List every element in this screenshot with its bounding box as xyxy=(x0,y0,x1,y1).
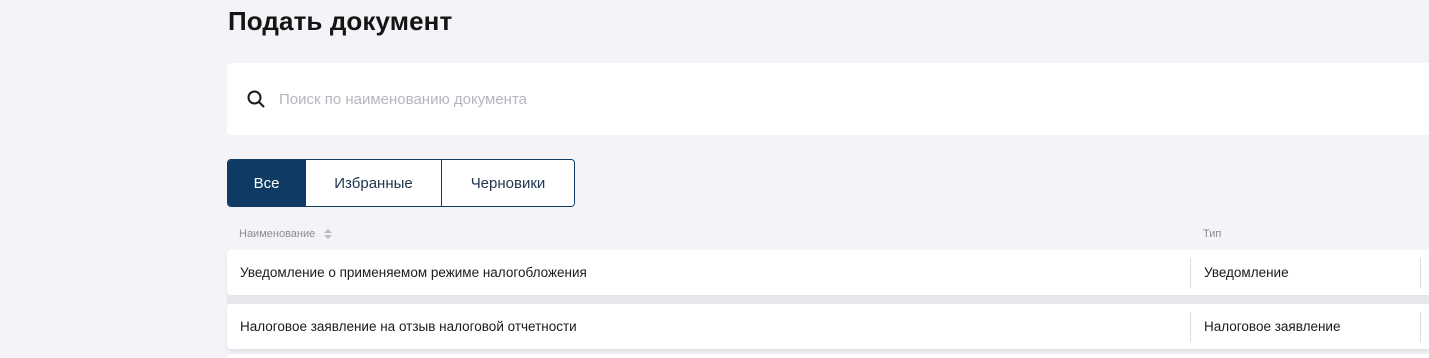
column-divider xyxy=(1190,312,1191,342)
page: Подать документ Все Избранные Черновики … xyxy=(0,0,1429,358)
column-divider xyxy=(1190,258,1191,288)
search-icon[interactable] xyxy=(247,90,265,108)
row-separator xyxy=(227,296,1429,304)
tab-drafts[interactable]: Черновики xyxy=(441,160,574,206)
page-title: Подать документ xyxy=(228,6,453,36)
column-header-name[interactable]: Наименование xyxy=(239,228,333,240)
column-divider xyxy=(1420,258,1421,288)
table-row[interactable]: Налоговое заявление на отзыв налоговой о… xyxy=(227,304,1429,349)
row-name-cell: Уведомление о применяемом режиме налогоб… xyxy=(240,265,587,280)
filter-tabs: Все Избранные Черновики xyxy=(227,159,575,207)
search-bar[interactable] xyxy=(227,63,1429,135)
row-name-cell: Налоговое заявление на отзыв налоговой о… xyxy=(240,319,577,334)
table-row[interactable]: Уведомление о применяемом режиме налогоб… xyxy=(227,250,1429,295)
search-input[interactable] xyxy=(279,90,1179,108)
sort-icon[interactable] xyxy=(324,229,333,239)
column-header-type: Тип xyxy=(1203,228,1222,240)
row-type-cell: Уведомление xyxy=(1204,265,1289,280)
row-type-cell: Налоговое заявление xyxy=(1204,319,1341,334)
column-header-name-label: Наименование xyxy=(239,228,316,240)
column-divider xyxy=(1420,312,1421,342)
tab-favorites[interactable]: Избранные xyxy=(305,160,441,206)
table-row[interactable] xyxy=(227,354,1429,358)
tab-all[interactable]: Все xyxy=(228,160,305,206)
